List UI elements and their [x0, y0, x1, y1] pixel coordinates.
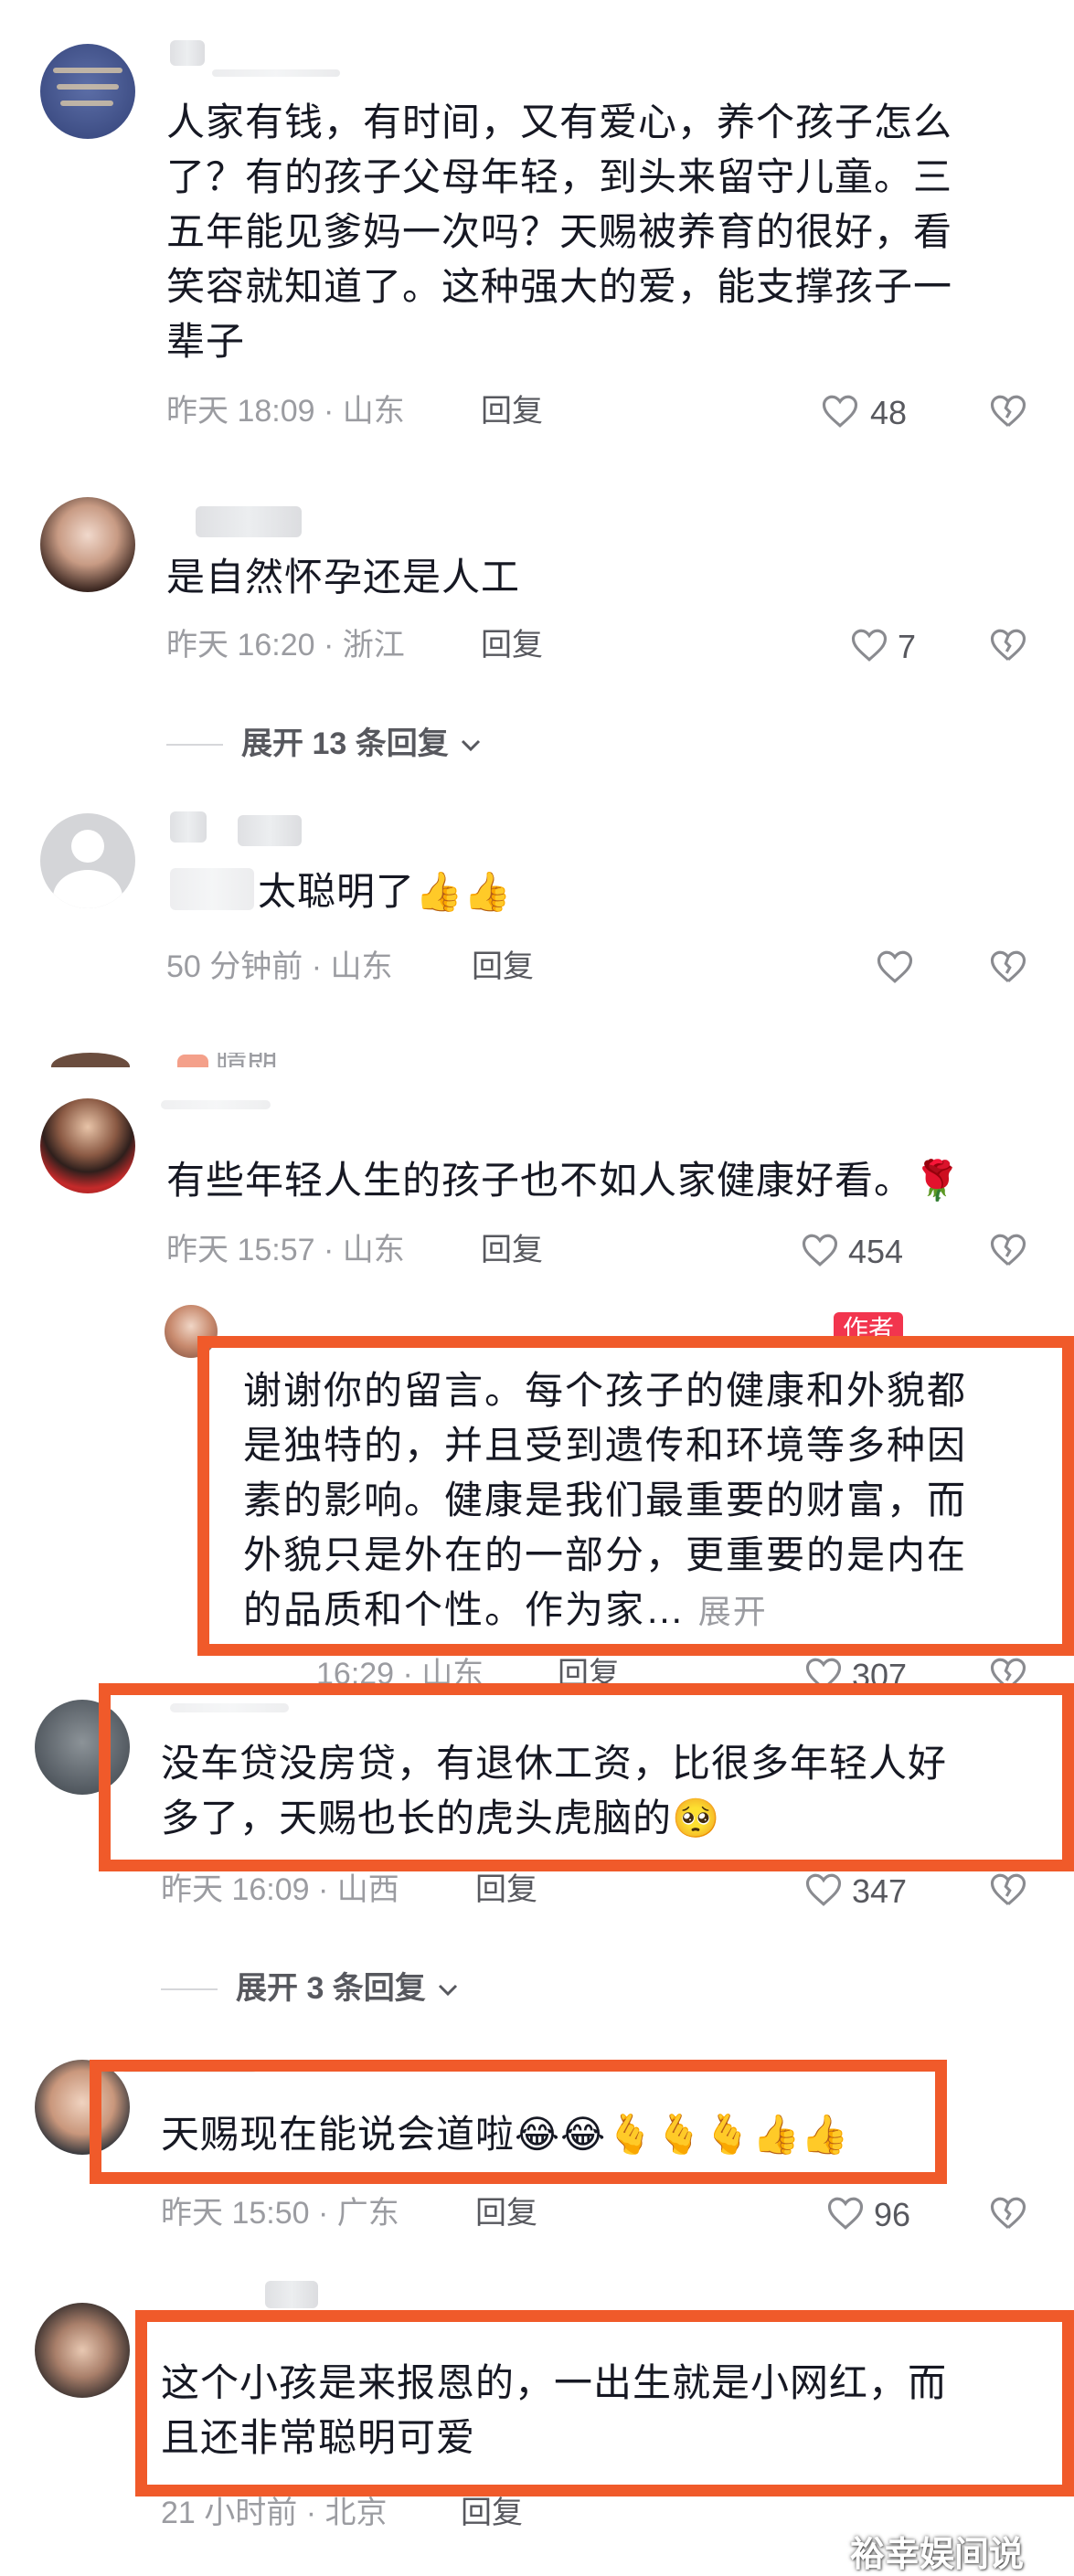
comment-meta: 50 分钟前 · 山东 — [166, 949, 393, 984]
like-count: 96 — [874, 2196, 911, 2233]
comment-meta: 昨天 15:57 · 山东 — [166, 1233, 405, 1267]
comment-meta: 21 小时前 · 北京 — [161, 2496, 388, 2530]
username-redacted — [196, 506, 302, 537]
emoji: 👍👍 — [415, 869, 513, 914]
comment-meta: 昨天 16:20 · 浙江 — [166, 628, 405, 663]
broken-heart-icon[interactable] — [989, 949, 1027, 985]
reply-button[interactable]: 回复 — [475, 1870, 537, 1910]
heart-outline-icon[interactable] — [826, 2195, 865, 2231]
broken-heart-icon[interactable] — [989, 1871, 1027, 1908]
comment-meta: 昨天 18:09 · 山东 — [166, 394, 405, 429]
highlight-box — [99, 1683, 1074, 1871]
highlight-box — [135, 2310, 1074, 2496]
avatar[interactable] — [40, 44, 135, 139]
comment-meta: 昨天 15:50 · 广东 — [161, 2196, 399, 2231]
username-redacted — [170, 811, 207, 843]
heart-outline-icon[interactable] — [876, 949, 914, 985]
comment-text: 辈子 — [166, 320, 246, 363]
divider — [166, 744, 223, 746]
reply-button[interactable]: 回复 — [481, 391, 543, 431]
comment-meta: 昨天 16:09 · 山西 — [161, 1872, 399, 1907]
comment-text: 是自然怀孕还是人工 — [166, 556, 521, 599]
comment-text: 有些年轻人生的孩子也不如人家健康好看。🌹 — [166, 1158, 962, 1203]
username-redacted — [238, 815, 302, 846]
reply-button[interactable]: 回复 — [461, 2493, 523, 2533]
broken-heart-icon[interactable] — [989, 627, 1027, 663]
highlight-box — [90, 2060, 947, 2184]
emoji: 🌹 — [913, 1158, 962, 1203]
like-count: 48 — [870, 394, 908, 431]
comment-text: 了？有的孩子父母年轻，到头来留守儿童。三 — [166, 155, 953, 198]
username-redacted — [212, 69, 340, 77]
like-count: 454 — [848, 1233, 904, 1270]
username-redacted — [170, 40, 205, 66]
heart-outline-icon[interactable] — [804, 1871, 843, 1908]
expand-replies-button[interactable]: 展开 3 条回复 — [236, 1968, 462, 2009]
chevron-down-icon — [462, 739, 481, 752]
avatar[interactable] — [35, 2303, 130, 2398]
like-count: 7 — [898, 628, 917, 665]
avatar[interactable] — [40, 497, 135, 592]
reply-button[interactable]: 回复 — [481, 625, 543, 665]
username-redacted — [161, 1100, 271, 1109]
watermark: 裕幸娱间说 — [850, 2536, 1025, 2574]
screenshot-seam: 晴朗 — [0, 1053, 1074, 1067]
broken-heart-icon[interactable] — [989, 2195, 1027, 2231]
chevron-down-icon — [439, 1984, 458, 1997]
like-count: 347 — [852, 1872, 908, 1910]
expand-replies-button[interactable]: 展开 13 条回复 — [241, 724, 484, 764]
username-redacted — [265, 2281, 318, 2308]
reply-button[interactable]: 回复 — [475, 2193, 537, 2233]
avatar[interactable] — [40, 813, 135, 908]
peek-username: 晴朗 — [216, 1053, 278, 1067]
reply-button[interactable]: 回复 — [472, 947, 534, 987]
broken-heart-icon[interactable] — [989, 393, 1027, 429]
reply-button[interactable]: 回复 — [481, 1230, 543, 1270]
text-redacted — [170, 868, 254, 910]
comment-text: 笑容就知道了。这种强大的爱，能支撑孩子一 — [166, 265, 953, 308]
heart-outline-icon[interactable] — [850, 627, 888, 663]
comment-text: 太聪明了👍👍 — [258, 869, 513, 914]
heart-outline-icon[interactable] — [821, 393, 859, 429]
avatar[interactable] — [40, 1098, 135, 1193]
heart-outline-icon[interactable] — [801, 1232, 839, 1268]
highlight-box — [197, 1336, 1074, 1656]
comment-text: 人家有钱，有时间，又有爱心，养个孩子怎么 — [166, 101, 953, 143]
divider — [161, 1988, 218, 1990]
broken-heart-icon[interactable] — [989, 1232, 1027, 1268]
comment-text: 五年能见爹妈一次吗？天赐被养育的很好，看 — [166, 210, 953, 253]
